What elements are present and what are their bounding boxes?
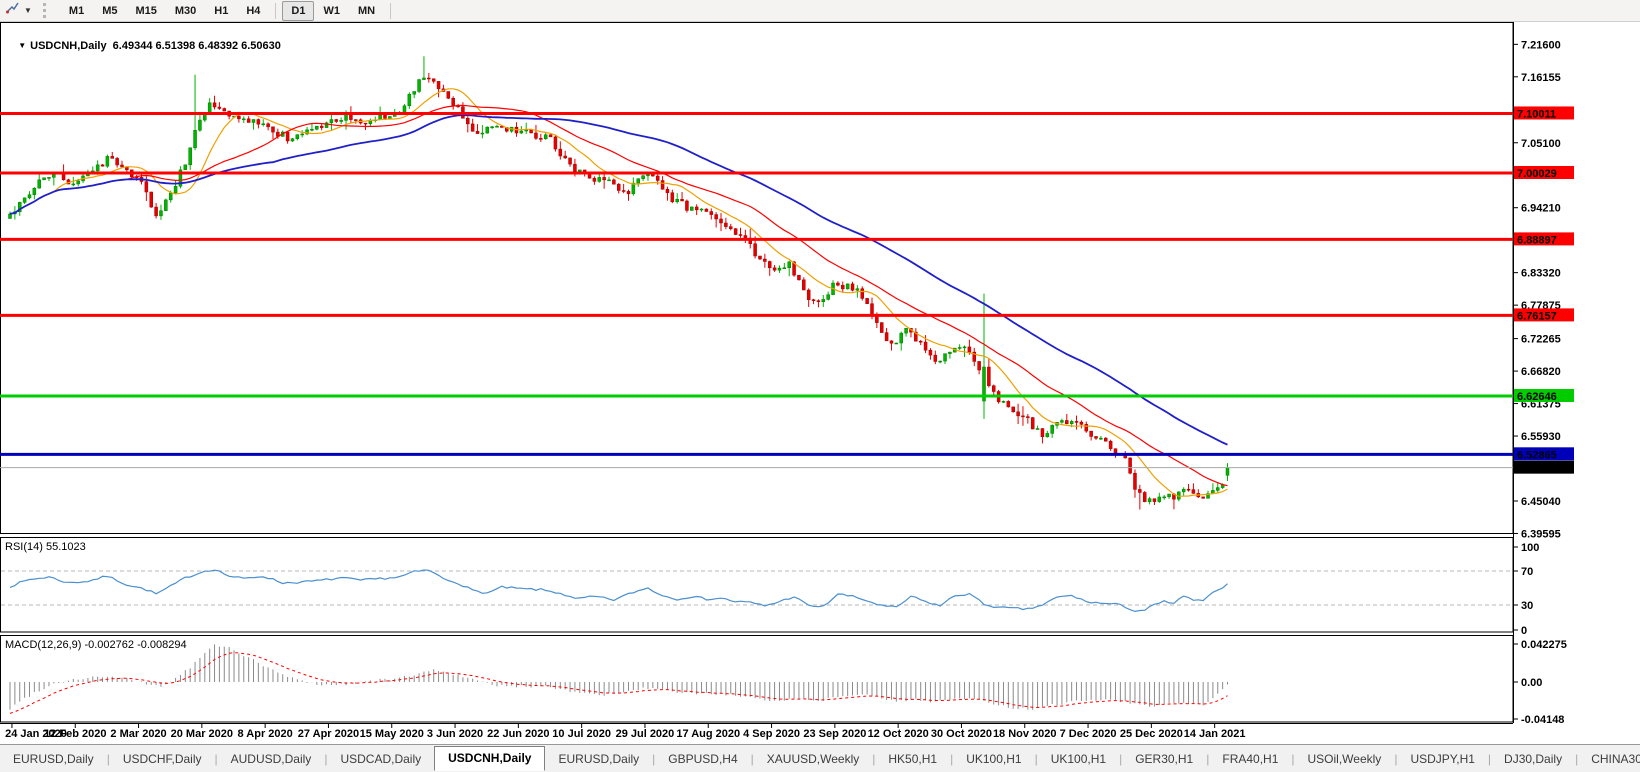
svg-text:70: 70	[1521, 566, 1533, 578]
date-label: 7 Dec 2020	[1060, 728, 1117, 740]
collapse-triangle-icon[interactable]: ▼	[18, 41, 26, 50]
tab-EURUSD-Daily[interactable]: EURUSD,Daily	[0, 746, 107, 772]
svg-text:100: 100	[1521, 542, 1539, 554]
svg-text:0.00: 0.00	[1521, 677, 1542, 689]
date-label: 30 Oct 2020	[931, 728, 992, 740]
svg-text:30: 30	[1521, 600, 1533, 612]
tab-AUDUSD-Daily[interactable]: AUDUSD,Daily	[218, 746, 325, 772]
svg-text:7.05100: 7.05100	[1521, 138, 1561, 150]
date-label: 20 Mar 2020	[171, 728, 233, 740]
svg-text:7.21600: 7.21600	[1521, 39, 1561, 51]
date-label: 22 Jun 2020	[487, 728, 549, 740]
date-label: 29 Jul 2020	[616, 728, 675, 740]
toolbar-separator	[390, 3, 391, 19]
date-label: 15 May 2020	[360, 728, 424, 740]
rsi-indicator-label: RSI(14) 55.1023	[5, 541, 86, 553]
date-label: 3 Jun 2020	[427, 728, 483, 740]
tf-button-W1[interactable]: W1	[314, 1, 349, 21]
tab-GER30-H1[interactable]: GER30,H1	[1122, 746, 1206, 772]
tf-button-H1[interactable]: H1	[205, 1, 237, 21]
date-label: 23 Sep 2020	[803, 728, 866, 740]
toolbar-grip[interactable]	[43, 3, 50, 18]
svg-text:6.66820: 6.66820	[1521, 366, 1561, 378]
top-toolbar: ▼ M1M5M15M30H1H4 D1W1MN	[0, 0, 1640, 22]
tab-UK100-H1[interactable]: UK100,H1	[1038, 746, 1119, 772]
svg-text:6.50630: 6.50630	[1517, 463, 1557, 475]
date-label: 10 Jul 2020	[552, 728, 611, 740]
date-label: 12 Feb 2020	[44, 728, 106, 740]
tab-USDCHF-Daily[interactable]: USDCHF,Daily	[110, 746, 215, 772]
tab-USDCAD-Daily[interactable]: USDCAD,Daily	[327, 746, 434, 772]
tf-button-M1[interactable]: M1	[60, 1, 93, 21]
chart-tabbar: EURUSD,Daily|USDCHF,Daily|AUDUSD,Daily|U…	[0, 744, 1640, 772]
svg-text:6.83320: 6.83320	[1521, 268, 1561, 280]
tf-button-D1[interactable]: D1	[282, 1, 314, 21]
svg-text:6.55930: 6.55930	[1521, 431, 1561, 443]
svg-text:-0.04148: -0.04148	[1521, 714, 1564, 726]
svg-text:6.39595: 6.39595	[1521, 528, 1561, 540]
chart-title: ▼ USDCNH,Daily 6.49344 6.51398 6.48392 6.…	[6, 28, 281, 64]
svg-text:0.042275: 0.042275	[1521, 639, 1567, 651]
svg-text:6.76157: 6.76157	[1517, 310, 1557, 322]
tf-button-MN[interactable]: MN	[349, 1, 384, 21]
tab-XAUUSD-Weekly[interactable]: XAUUSD,Weekly	[754, 746, 872, 772]
svg-text:0: 0	[1521, 625, 1527, 637]
date-label: 18 Nov 2020	[993, 728, 1057, 740]
tab-EURUSD-Daily[interactable]: EURUSD,Daily	[545, 746, 652, 772]
toolbar-separator	[275, 3, 276, 19]
tf-button-M5[interactable]: M5	[93, 1, 126, 21]
chart-title-text: USDCNH,Daily 6.49344 6.51398 6.48392 6.5…	[30, 40, 281, 52]
tab-DJ30-Daily[interactable]: DJ30,Daily	[1491, 746, 1575, 772]
svg-text:6.52865: 6.52865	[1517, 449, 1557, 461]
svg-text:7.00029: 7.00029	[1517, 168, 1557, 180]
tf-button-H4[interactable]: H4	[237, 1, 269, 21]
chart-window: 7.216007.161557.051006.942106.833206.778…	[0, 22, 1640, 744]
svg-text:6.94210: 6.94210	[1521, 203, 1561, 215]
tab-HK50-H1[interactable]: HK50,H1	[875, 746, 950, 772]
tab-USDCNH-Daily[interactable]: USDCNH,Daily	[434, 746, 545, 771]
price-chart-canvas[interactable]: 7.216007.161557.051006.942106.833206.778…	[0, 22, 1640, 744]
timeframe-buttons: M1M5M15M30H1H4 D1W1MN	[60, 1, 384, 21]
date-label: 8 Apr 2020	[238, 728, 293, 740]
date-label: 4 Sep 2020	[743, 728, 800, 740]
chart-tabs: EURUSD,Daily|USDCHF,Daily|AUDUSD,Daily|U…	[0, 746, 1640, 772]
svg-text:6.72265: 6.72265	[1521, 334, 1561, 346]
date-label: 27 Apr 2020	[298, 728, 359, 740]
drawing-tool-group[interactable]: ▼	[0, 0, 35, 21]
tab-FRA40-H1[interactable]: FRA40,H1	[1209, 746, 1291, 772]
dropdown-caret-icon[interactable]: ▼	[24, 6, 32, 15]
date-label: 17 Aug 2020	[676, 728, 740, 740]
tf-button-M30[interactable]: M30	[166, 1, 205, 21]
svg-text:6.45040: 6.45040	[1521, 496, 1561, 508]
date-label: 12 Oct 2020	[868, 728, 929, 740]
trendline-tool-icon[interactable]	[5, 0, 21, 21]
tf-button-M15[interactable]: M15	[126, 1, 165, 21]
svg-text:7.16155: 7.16155	[1521, 72, 1561, 84]
date-label: 14 Jan 2021	[1184, 728, 1246, 740]
macd-indicator-label: MACD(12,26,9) -0.002762 -0.008294	[5, 639, 187, 651]
svg-text:7.10011: 7.10011	[1517, 108, 1556, 120]
tab-USOil-Weekly[interactable]: USOil,Weekly	[1295, 746, 1395, 772]
tab-USDJPY-H1[interactable]: USDJPY,H1	[1397, 746, 1487, 772]
date-label: 25 Dec 2020	[1120, 728, 1183, 740]
tab-CHINA300-H1[interactable]: CHINA300,H1	[1578, 746, 1640, 772]
tab-UK100-H1[interactable]: UK100,H1	[953, 746, 1034, 772]
tab-GBPUSD-H4[interactable]: GBPUSD,H4	[655, 746, 750, 772]
date-label: 2 Mar 2020	[110, 728, 166, 740]
svg-text:6.62646: 6.62646	[1517, 391, 1557, 403]
svg-text:6.88897: 6.88897	[1517, 234, 1557, 246]
